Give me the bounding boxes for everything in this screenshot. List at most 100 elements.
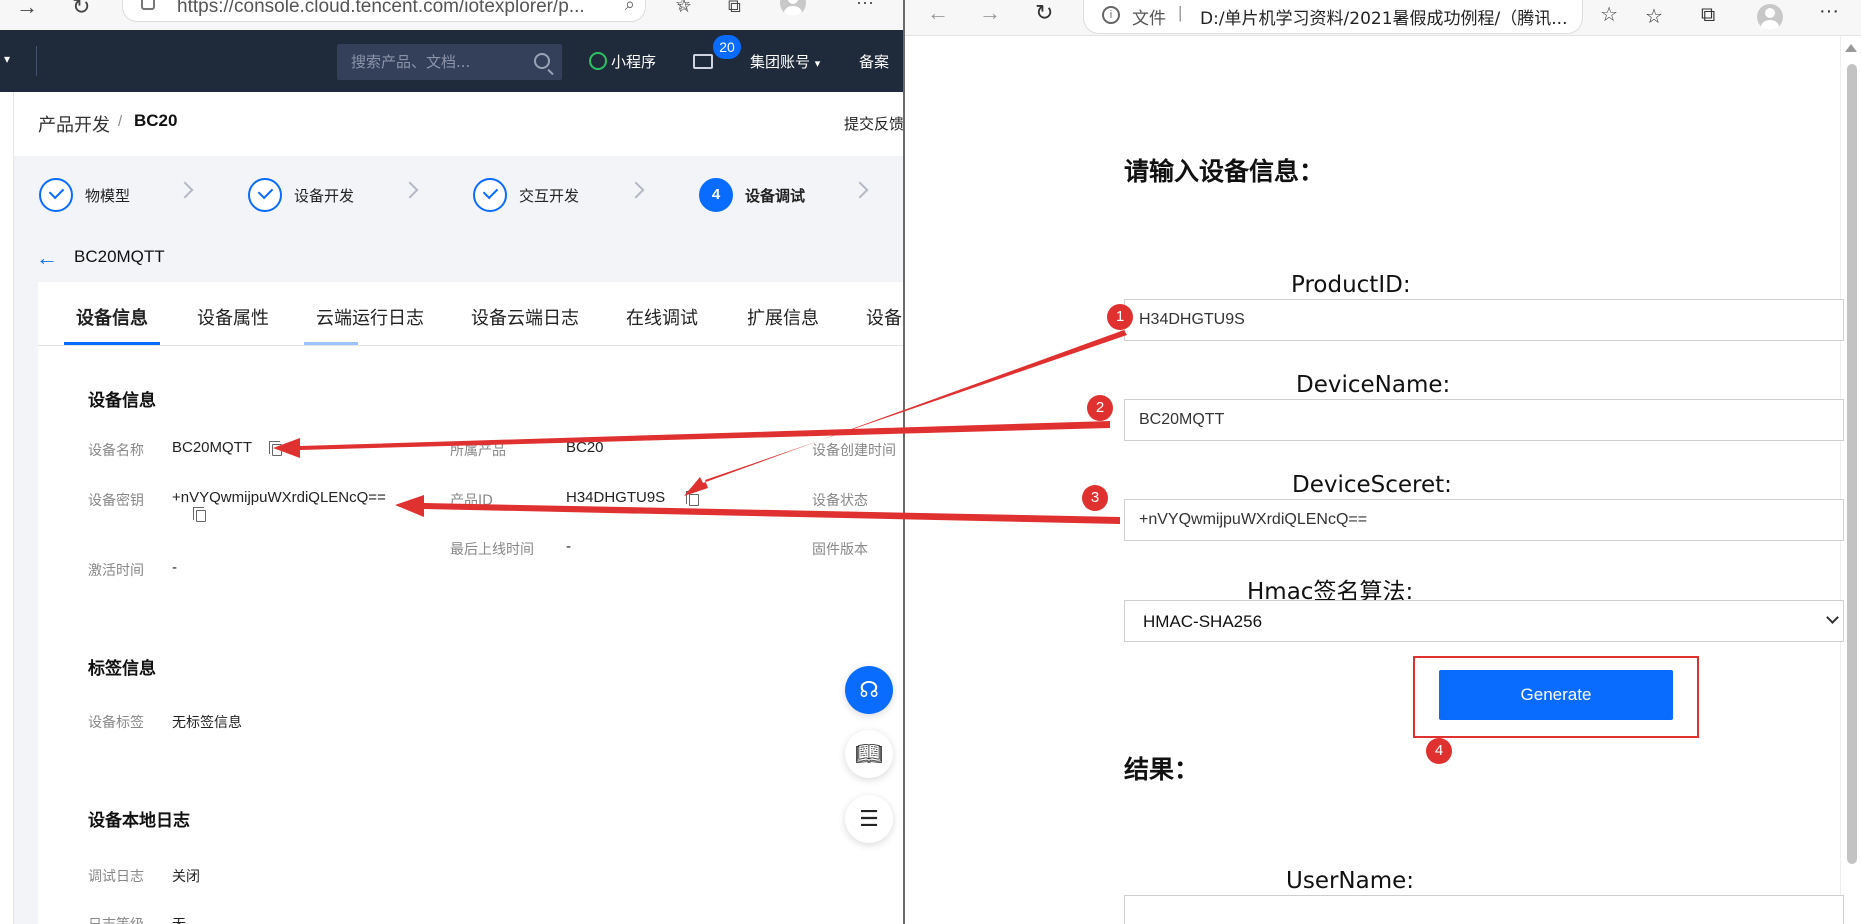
scroll-thumb[interactable]	[1847, 64, 1857, 864]
add-favorite-icon[interactable]: ☆	[1600, 2, 1618, 27]
headset-icon: ☊	[859, 677, 879, 702]
device-secret-label: DeviceSceret:	[1292, 472, 1452, 498]
nav-divider	[36, 46, 37, 76]
tag-value: 无标签信息	[172, 715, 242, 731]
left-browser-window: → ↻ https://console.cloud.tencent.com/io…	[0, 0, 903, 924]
docs-button[interactable]: 📖︎	[845, 730, 893, 778]
generate-button[interactable]: Generate	[1439, 670, 1673, 720]
debug-log-value: 关闭	[172, 869, 200, 885]
chevron-right-icon	[176, 181, 194, 199]
feedback-link[interactable]: 提交反馈	[844, 113, 903, 134]
customer-service-button[interactable]: ☊	[845, 666, 893, 714]
collections-icon[interactable]: ⧉	[728, 0, 741, 17]
check-icon	[39, 178, 73, 212]
activated-value: -	[172, 560, 178, 576]
console-content: 产品开发 / BC20 提交反馈 物模型 设备开发 交互开发 4 设备调试 ← …	[0, 92, 903, 924]
breadcrumb-separator: /	[118, 113, 123, 130]
tab-device-info[interactable]: 设备信息	[76, 304, 148, 330]
mini-program-icon	[589, 52, 607, 70]
copy-icon[interactable]	[269, 441, 282, 456]
refresh-icon[interactable]: ↻	[1035, 0, 1053, 26]
section-tags: 标签信息	[88, 659, 156, 679]
search-icon[interactable]	[534, 53, 550, 69]
annotation-marker-1: 1	[1107, 304, 1133, 330]
more-icon[interactable]: ···	[856, 0, 874, 13]
device-secret-value: +nVYQwmijpuWXrdiQLENcQ==	[172, 489, 386, 506]
chevron-right-icon	[851, 181, 869, 199]
profile-avatar[interactable]	[780, 0, 806, 16]
caret-down-icon: ▾	[814, 57, 821, 70]
step-label: 设备调试	[745, 187, 806, 205]
hmac-select[interactable]: HMAC-SHA256	[1124, 600, 1844, 642]
tab-online-debug[interactable]: 在线调试	[626, 304, 698, 330]
tab-active-underline	[64, 342, 160, 345]
device-name-input[interactable]	[1124, 399, 1844, 441]
favorites-icon[interactable]: ☆	[676, 0, 692, 17]
back-arrow-icon[interactable]: ←	[36, 245, 58, 271]
top-navigation: ▾ 小程序 20 集团账号 ▾ 备案	[0, 30, 903, 92]
username-label: UserName:	[1286, 868, 1415, 894]
step-label: 物模型	[85, 187, 131, 205]
zoom-icon[interactable]: ⌕	[625, 0, 635, 15]
tab-more[interactable]: 设备	[866, 304, 902, 330]
forward-icon[interactable]: →	[16, 0, 38, 20]
product-id-input[interactable]	[1124, 299, 1844, 341]
mail-badge: 20	[713, 35, 741, 59]
annotation-marker-2: 2	[1087, 395, 1113, 421]
tab-device-props[interactable]: 设备属性	[197, 304, 269, 330]
scroll-up-icon[interactable]	[1845, 44, 1857, 52]
right-browser-toolbar: ← → ↻ i 文件 | D:/单片机学习资料/2021暑假成功例程/（腾讯..…	[905, 0, 1861, 36]
copy-icon[interactable]	[686, 491, 699, 506]
address-file-label: 文件	[1132, 9, 1166, 29]
back-icon[interactable]: ←	[927, 0, 949, 26]
chevron-down-icon	[1826, 611, 1839, 624]
device-name-label: DeviceName:	[1296, 372, 1451, 398]
product-value: BC20	[566, 439, 604, 456]
nav-mini-program[interactable]: 小程序	[589, 51, 656, 72]
forward-icon[interactable]: →	[979, 0, 1001, 26]
check-icon	[473, 178, 507, 212]
lock-icon	[141, 0, 155, 10]
nav-account[interactable]: 集团账号 ▾	[750, 51, 820, 72]
profile-avatar[interactable]	[1757, 4, 1783, 30]
hmac-selected-value: HMAC-SHA256	[1143, 612, 1263, 631]
tab-cloud-run-log[interactable]: 云端运行日志	[316, 304, 424, 330]
device-secret-input[interactable]	[1124, 499, 1844, 541]
page-scrollbar[interactable]	[1840, 36, 1861, 924]
copy-icon[interactable]	[193, 507, 206, 522]
product-id-label: ProductID:	[1291, 272, 1411, 298]
right-browser-window: ← → ↻ i 文件 | D:/单片机学习资料/2021暑假成功例程/（腾讯..…	[905, 0, 1861, 924]
username-input[interactable]	[1124, 895, 1844, 924]
left-browser-toolbar: → ↻ https://console.cloud.tencent.com/io…	[0, 0, 903, 30]
left-address-bar[interactable]: https://console.cloud.tencent.com/iotexp…	[122, 0, 691, 22]
nav-record[interactable]: 备案	[859, 51, 889, 72]
refresh-icon[interactable]: ↻	[72, 0, 90, 20]
step-number: 4	[711, 186, 721, 203]
right-address-bar[interactable]: i 文件 | D:/单片机学习资料/2021暑假成功例程/（腾讯... ☆	[1083, 0, 1618, 34]
created-time-label: 设备创建时间	[812, 443, 896, 459]
log-level-value: 无	[172, 914, 186, 924]
collections-icon[interactable]: ⧉	[1701, 4, 1715, 27]
annotation-marker-3: 3	[1082, 485, 1108, 511]
caret-down-icon[interactable]: ▾	[4, 52, 10, 66]
address-url: https://console.cloud.tencent.com/iotexp…	[177, 0, 585, 17]
tab-extended-info[interactable]: 扩展信息	[747, 304, 819, 330]
tab-device-cloud-log[interactable]: 设备云端日志	[471, 304, 579, 330]
outline-button[interactable]: ☰	[845, 795, 893, 843]
mail-icon[interactable]	[693, 54, 713, 69]
search-input[interactable]	[337, 44, 527, 80]
product-id-label: 产品ID	[450, 493, 493, 509]
more-icon[interactable]: ···	[1819, 0, 1839, 23]
chevron-right-icon	[627, 181, 645, 199]
tag-label: 设备标签	[88, 715, 144, 731]
annotation-marker-4: 4	[1426, 738, 1452, 764]
device-detail-card: 设备信息 设备属性 云端运行日志 设备云端日志 在线调试 扩展信息 设备 设备信…	[38, 282, 903, 924]
favorites-icon[interactable]: ☆	[1645, 4, 1663, 29]
result-heading: 结果：	[1124, 755, 1200, 784]
device-name-value: BC20MQTT	[172, 439, 253, 456]
breadcrumb-parent[interactable]: 产品开发	[38, 111, 110, 137]
address-path: D:/单片机学习资料/2021暑假成功例程/（腾讯...	[1200, 9, 1568, 29]
info-icon[interactable]: i	[1102, 6, 1120, 24]
form-heading: 请输入设备信息：	[1124, 157, 1325, 186]
product-id-value: H34DHGTU9S	[566, 489, 666, 506]
